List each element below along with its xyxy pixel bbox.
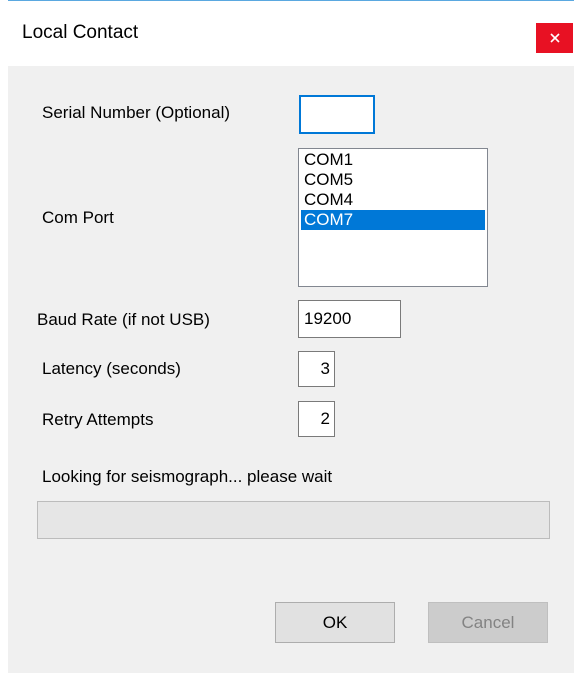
dialog-title: Local Contact (22, 22, 139, 43)
list-item-com1[interactable]: COM1 (301, 150, 485, 170)
list-item-com5[interactable]: COM5 (301, 170, 485, 190)
status-text: Looking for seismograph... please wait (42, 467, 333, 486)
latency-label: Latency (seconds) (42, 359, 181, 378)
serial-number-input[interactable] (299, 95, 375, 134)
com-port-listbox[interactable]: COM1 COM5 COM4 COM7 (298, 148, 488, 287)
title-bar[interactable]: Local Contact (8, 1, 574, 65)
dialog-body: Serial Number (Optional) Com Port COM1 C… (8, 66, 574, 673)
com-port-label: Com Port (42, 208, 114, 227)
close-button[interactable] (536, 23, 573, 53)
list-item-com4[interactable]: COM4 (301, 190, 485, 210)
serial-number-label: Serial Number (Optional) (42, 103, 231, 122)
ok-button[interactable]: OK (275, 602, 395, 643)
close-icon (549, 33, 560, 43)
baud-rate-input[interactable] (298, 300, 401, 338)
baud-rate-label: Baud Rate (if not USB) (37, 310, 210, 329)
list-item-com7[interactable]: COM7 (301, 210, 485, 230)
retry-attempts-input[interactable] (298, 401, 335, 437)
latency-input[interactable] (298, 351, 335, 387)
retry-attempts-label: Retry Attempts (42, 410, 154, 429)
local-contact-dialog: Local Contact Serial Number (Optional) C… (0, 0, 574, 673)
cancel-button[interactable]: Cancel (428, 602, 548, 643)
search-progress-bar (37, 501, 550, 539)
